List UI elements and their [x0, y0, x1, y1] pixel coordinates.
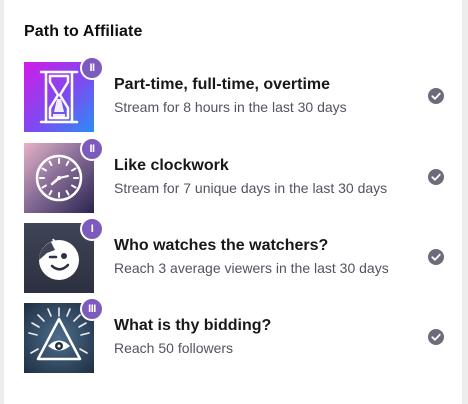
- step-title: Like clockwork: [114, 157, 229, 174]
- check-circle-icon: [428, 88, 444, 104]
- step-description: Stream for 7 unique days in the last 30 …: [114, 180, 388, 196]
- step-item-thy-bidding: III What is thy bidding? Reach 50 follow…: [24, 297, 456, 375]
- tier-badge: I: [80, 217, 104, 241]
- step-title: Who watches the watchers?: [114, 237, 329, 254]
- panel-title: Path to Affiliate: [24, 23, 143, 40]
- tier-badge: II: [80, 56, 104, 80]
- step-thumbnail: II: [24, 56, 104, 132]
- step-thumbnail: I: [24, 217, 104, 293]
- step-thumbnail: III: [24, 297, 104, 373]
- step-title: Part-time, full-time, overtime: [114, 76, 331, 93]
- step-item-who-watches: I Who watches the watchers? Reach 3 aver…: [24, 217, 456, 295]
- step-description: Reach 3 average viewers in the last 30 d…: [114, 260, 389, 276]
- tier-badge: II: [80, 137, 104, 161]
- step-title: What is thy bidding?: [114, 317, 272, 334]
- step-thumbnail: II: [24, 137, 104, 213]
- tier-badge: III: [80, 297, 104, 321]
- check-circle-icon: [428, 249, 444, 265]
- check-circle-icon: [428, 329, 444, 345]
- step-description: Reach 50 followers: [114, 340, 234, 356]
- step-description: Stream for 8 hours in the last 30 days: [114, 99, 347, 115]
- step-item-like-clockwork: II Like clockwork Stream for 7 unique da…: [24, 137, 456, 215]
- check-circle-icon: [428, 169, 444, 185]
- step-item-part-time: II Part-time, full-time, overtime Stream…: [24, 56, 456, 134]
- path-to-affiliate-panel: Path to Affiliate II Part-time, full-tim…: [4, 0, 462, 404]
